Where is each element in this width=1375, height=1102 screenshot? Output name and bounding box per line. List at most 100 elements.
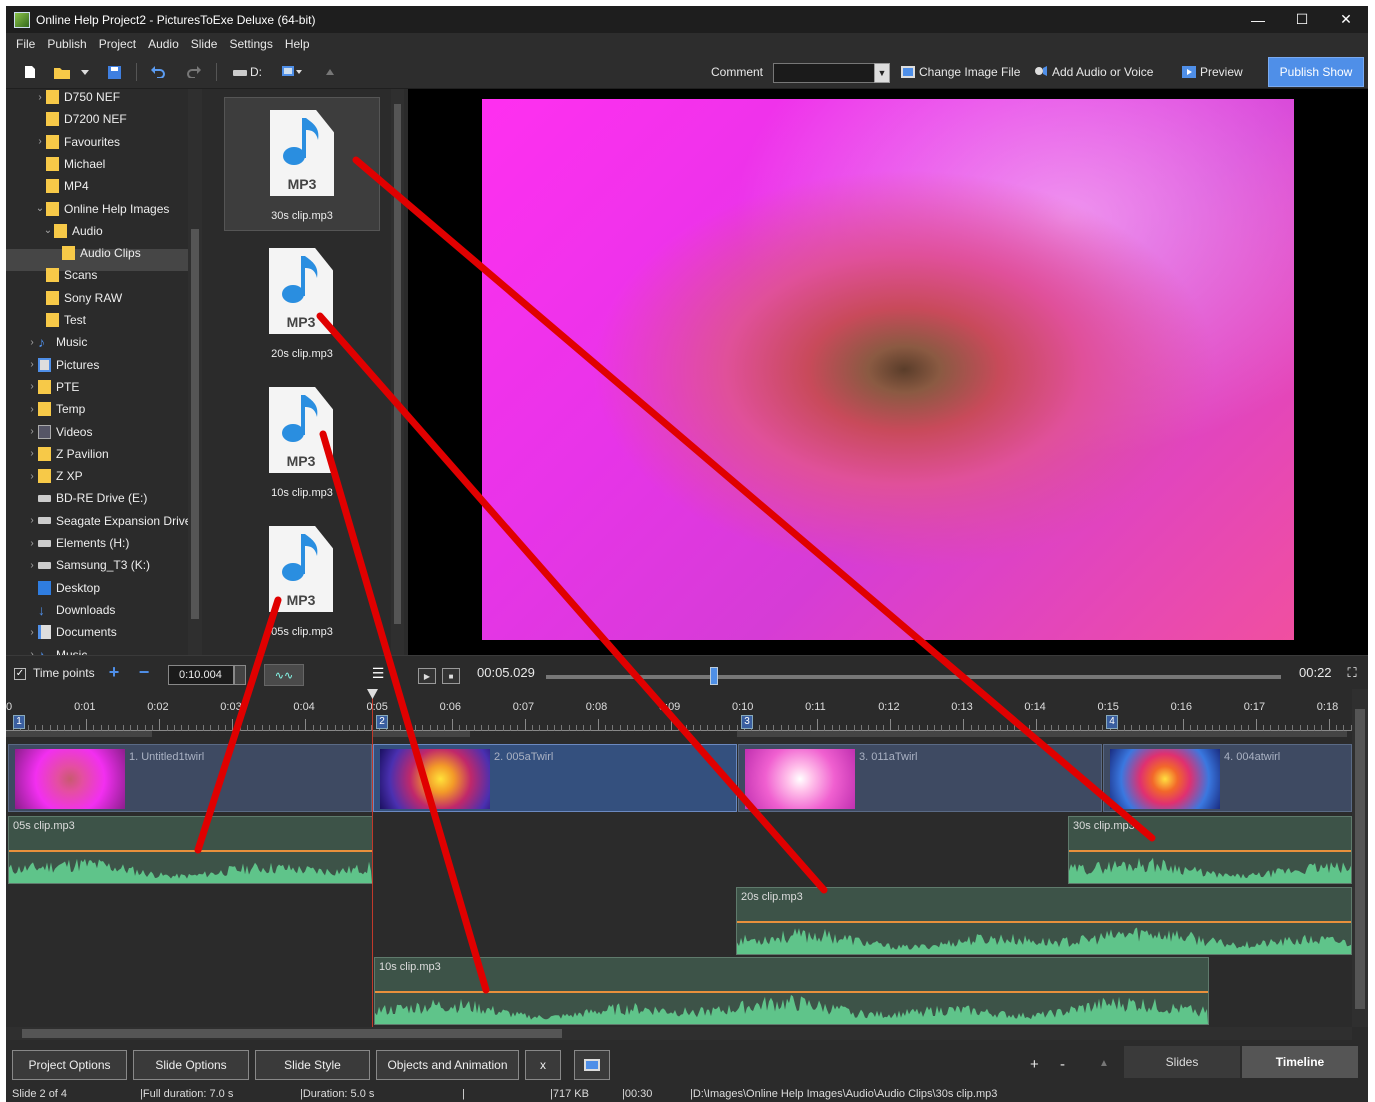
waveform-toggle-button[interactable]: ∿∿ xyxy=(264,664,304,686)
menu-file[interactable]: File xyxy=(10,37,41,51)
collapsed-chevron-icon[interactable]: › xyxy=(26,337,38,348)
tree-scroll-thumb[interactable] xyxy=(191,229,199,619)
open-dropdown-icon[interactable] xyxy=(80,64,90,80)
x-button[interactable]: x xyxy=(525,1050,561,1080)
image-button[interactable] xyxy=(574,1050,610,1080)
undo-icon[interactable] xyxy=(150,64,166,80)
audio-clip-20s[interactable]: 20s clip.mp3 xyxy=(736,887,1352,955)
tree-item[interactable]: BD-RE Drive (E:) xyxy=(26,487,147,509)
project-options-button[interactable]: Project Options xyxy=(12,1050,127,1080)
slide-1[interactable]: 1. Untitled1twirl xyxy=(8,744,372,812)
collapsed-chevron-icon[interactable]: › xyxy=(26,515,38,526)
file-item[interactable]: MP3 05s clip.mp3 xyxy=(224,514,380,648)
drive-label[interactable]: D: xyxy=(250,65,262,79)
audio-clip-10s[interactable]: 10s clip.mp3 xyxy=(374,957,1209,1025)
tree-item[interactable]: › Pictures xyxy=(26,354,99,376)
tree-item[interactable]: D7200 NEF xyxy=(34,108,127,130)
drive-icon[interactable] xyxy=(232,64,248,80)
tree-item[interactable]: MP4 xyxy=(34,175,89,197)
preview-button[interactable]: Preview xyxy=(1200,65,1243,79)
tree-item[interactable]: › Documents xyxy=(26,621,117,643)
timeline-vscrollbar[interactable] xyxy=(1352,689,1368,1027)
timeline-ruler[interactable]: 0 0:01 0:02 0:03 0:04 0:05 0:06 0:07 0:08 0:09 0:1… xyxy=(6,689,1352,739)
slide-style-button[interactable]: Slide Style xyxy=(255,1050,370,1080)
files-scroll-thumb[interactable] xyxy=(394,104,401,624)
collapsed-chevron-icon[interactable]: › xyxy=(26,426,38,437)
comment-input[interactable] xyxy=(773,63,877,83)
collapse-icon[interactable]: ▲ xyxy=(1099,1058,1109,1069)
change-image-icon[interactable] xyxy=(900,64,916,80)
time-spinner[interactable] xyxy=(234,665,246,685)
tree-item[interactable]: › D750 NEF xyxy=(34,89,120,108)
collapsed-chevron-icon[interactable]: › xyxy=(34,92,46,103)
tree-item[interactable]: › ♪ Music xyxy=(26,644,87,656)
menu-project[interactable]: Project xyxy=(93,37,142,51)
slide-marker[interactable]: 2 xyxy=(376,715,388,729)
tree-item[interactable]: › Temp xyxy=(26,398,85,420)
audio-clip-30s[interactable]: 30s clip.mp3 xyxy=(1068,816,1352,884)
timeline-vscroll-thumb[interactable] xyxy=(1355,709,1365,1009)
time-point-input[interactable]: 0:10.004 xyxy=(168,665,234,685)
tree-item[interactable]: › Z Pavilion xyxy=(26,443,109,465)
microphone-icon[interactable] xyxy=(1033,64,1049,80)
minimize-button[interactable]: — xyxy=(1236,6,1280,33)
collapsed-chevron-icon[interactable]: › xyxy=(34,136,46,147)
tree-item[interactable]: ⌄ Online Help Images xyxy=(34,198,169,220)
slide-marker[interactable]: 4 xyxy=(1106,715,1118,729)
tree-item[interactable]: › ♪ Music xyxy=(26,331,87,353)
playhead-line[interactable] xyxy=(372,689,373,1027)
slide-marker[interactable]: 3 xyxy=(741,715,753,729)
menu-publish[interactable]: Publish xyxy=(41,37,92,51)
zoom-out-button[interactable]: - xyxy=(1060,1056,1065,1073)
add-time-point-icon[interactable]: + xyxy=(106,662,122,682)
fullscreen-icon[interactable]: ⛶ xyxy=(1344,665,1360,681)
preview-icon[interactable] xyxy=(1181,64,1197,80)
menu-slide[interactable]: Slide xyxy=(185,37,224,51)
tree-item[interactable]: › Elements (H:) xyxy=(26,532,129,554)
file-item[interactable]: MP3 20s clip.mp3 xyxy=(224,236,380,370)
tree-item[interactable]: › Samsung_T3 (K:) xyxy=(26,554,150,576)
collapsed-chevron-icon[interactable]: › xyxy=(26,560,38,571)
collapsed-chevron-icon[interactable]: › xyxy=(26,448,38,459)
files-scrollbar[interactable] xyxy=(391,89,404,655)
menu-help[interactable]: Help xyxy=(279,37,316,51)
collapsed-chevron-icon[interactable]: › xyxy=(26,381,38,392)
expanded-chevron-icon[interactable]: ⌄ xyxy=(42,225,54,236)
tree-item[interactable]: Test xyxy=(34,309,86,331)
slide-options-button[interactable]: Slide Options xyxy=(133,1050,249,1080)
seek-thumb[interactable] xyxy=(710,667,719,685)
timeline-hscrollbar[interactable] xyxy=(6,1027,1352,1040)
tree-item[interactable]: › Seagate Expansion Drive... xyxy=(26,510,201,532)
collapsed-chevron-icon[interactable]: › xyxy=(26,404,38,415)
menu-audio[interactable]: Audio xyxy=(142,37,185,51)
publish-show-button[interactable]: Publish Show xyxy=(1268,57,1364,87)
tree-item[interactable]: ↓ Downloads xyxy=(26,599,115,621)
objects-animation-button[interactable]: Objects and Animation xyxy=(376,1050,519,1080)
audio-clip-05s[interactable]: 05s clip.mp3 xyxy=(8,816,373,884)
collapsed-chevron-icon[interactable]: › xyxy=(26,471,38,482)
tree-item[interactable]: ⌄ Audio xyxy=(42,220,103,242)
tab-timeline[interactable]: Timeline xyxy=(1242,1046,1358,1078)
save-icon[interactable] xyxy=(106,64,122,80)
collapsed-chevron-icon[interactable]: › xyxy=(26,627,38,638)
time-points-checkbox[interactable]: ✓ xyxy=(14,668,26,680)
tree-item[interactable]: › Videos xyxy=(26,421,92,443)
slide-4[interactable]: 4. 004atwirl xyxy=(1103,744,1352,812)
redo-icon[interactable] xyxy=(186,64,202,80)
up-arrow-icon[interactable] xyxy=(322,64,338,80)
collapsed-chevron-icon[interactable]: › xyxy=(26,538,38,549)
tree-item[interactable]: › Z XP xyxy=(26,465,83,487)
tree-item[interactable]: Audio Clips xyxy=(50,242,141,264)
collapsed-chevron-icon[interactable]: › xyxy=(26,359,38,370)
change-image-button[interactable]: Change Image File xyxy=(919,65,1020,79)
open-folder-icon[interactable] xyxy=(54,64,70,80)
tree-scrollbar[interactable] xyxy=(188,89,202,655)
file-item[interactable]: MP3 30s clip.mp3 xyxy=(224,97,380,231)
tree-item[interactable]: Michael xyxy=(34,153,105,175)
add-audio-button[interactable]: Add Audio or Voice xyxy=(1052,65,1153,79)
remove-time-point-icon[interactable]: − xyxy=(136,662,152,682)
slide-marker[interactable]: 1 xyxy=(13,715,25,729)
maximize-button[interactable]: ☐ xyxy=(1280,6,1324,33)
new-file-icon[interactable] xyxy=(22,64,38,80)
slide-3[interactable]: 3. 011aTwirl xyxy=(738,744,1102,812)
